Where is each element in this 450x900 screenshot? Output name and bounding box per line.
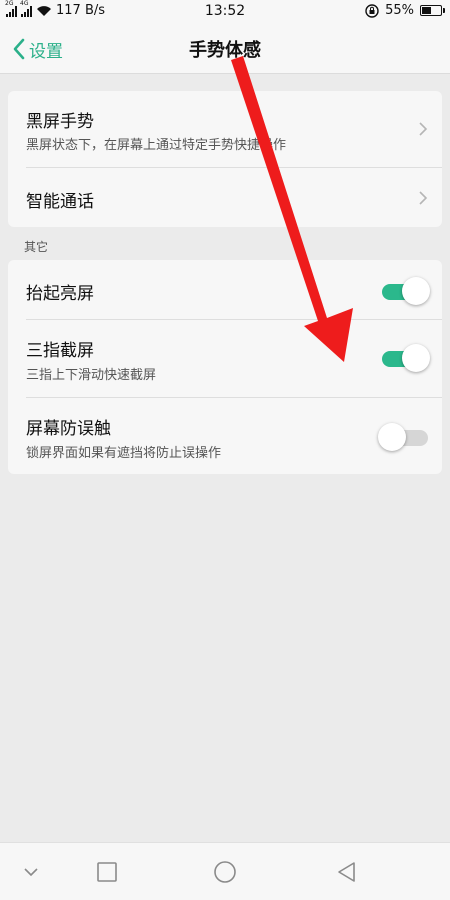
toggle-raise-to-wake[interactable]	[378, 276, 430, 305]
status-right: 55%	[365, 3, 445, 18]
battery-level	[422, 7, 431, 14]
navigation-bar	[0, 842, 450, 900]
row-title: 三指截屏	[26, 341, 94, 361]
row-subtitle: 锁屏界面如果有遮挡将防止误操作	[26, 446, 222, 461]
list-item-raise-to-wake[interactable]: 抬起亮屏	[8, 260, 442, 319]
battery-icon	[420, 5, 445, 16]
back-triangle-icon[interactable]	[334, 859, 360, 885]
list-item-accidental-touch-prevention[interactable]: 屏幕防误触 锁屏界面如果有遮挡将防止误操作	[8, 398, 442, 474]
other-card: 抬起亮屏 三指截屏 三指上下滑动快速截屏 屏幕防误触 锁屏界面如果有遮挡将防止误…	[8, 260, 442, 474]
gestures-card: 黑屏手势 黑屏状态下，在屏幕上通过特定手势快捷操作 智能通话	[8, 91, 442, 227]
header: 设置 手势体感	[0, 24, 450, 74]
rotation-lock-icon	[365, 3, 379, 18]
list-item-three-finger-screenshot[interactable]: 三指截屏 三指上下滑动快速截屏	[8, 320, 442, 397]
toggle-accidental-touch-prevention[interactable]	[378, 422, 430, 451]
row-title: 屏幕防误触	[26, 419, 111, 439]
row-title: 智能通话	[26, 192, 94, 212]
chevron-down-icon[interactable]	[18, 859, 44, 885]
status-bar: 2G 4G 117 B/s 13:52 55%	[0, 0, 450, 24]
recents-square-icon[interactable]	[94, 859, 120, 885]
row-subtitle: 黑屏状态下，在屏幕上通过特定手势快捷操作	[26, 138, 287, 153]
section-label-other: 其它	[24, 240, 49, 254]
row-title: 黑屏手势	[26, 112, 94, 132]
row-title: 抬起亮屏	[26, 284, 94, 304]
toggle-knob	[402, 277, 430, 305]
list-item-smart-call[interactable]: 智能通话	[8, 168, 442, 227]
toggle-three-finger-screenshot[interactable]	[378, 343, 430, 372]
list-item-black-screen-gesture[interactable]: 黑屏手势 黑屏状态下，在屏幕上通过特定手势快捷操作	[8, 91, 442, 167]
toggle-knob	[378, 423, 406, 451]
row-subtitle: 三指上下滑动快速截屏	[26, 368, 157, 383]
home-circle-icon[interactable]	[212, 859, 238, 885]
toggle-knob	[402, 344, 430, 372]
screen: 2G 4G 117 B/s 13:52 55% 设置 手势体感 黑屏手势 黑屏状…	[0, 0, 450, 900]
page-title: 手势体感	[189, 40, 261, 61]
chevron-right-icon	[419, 122, 428, 136]
battery-percent: 55%	[385, 3, 414, 18]
chevron-right-icon	[419, 191, 428, 205]
